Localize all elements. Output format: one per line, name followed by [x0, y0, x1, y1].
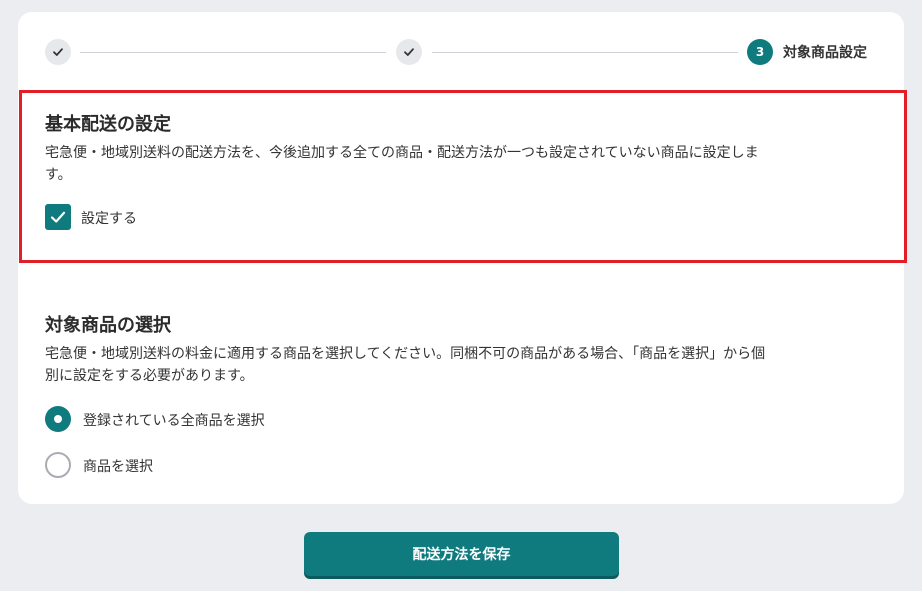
target-products-desc-line2: 別に設定をする必要があります。	[45, 368, 254, 384]
checkmark-icon	[50, 211, 66, 223]
basic-shipping-checkbox-label[interactable]: 設定する	[81, 208, 137, 228]
radio-all-products[interactable]	[45, 406, 71, 432]
step-connector-1	[80, 52, 386, 53]
step-3-current: 3	[747, 39, 773, 65]
step-2-complete	[396, 39, 422, 65]
step-1-complete	[45, 39, 71, 65]
basic-shipping-description: 宅急便・地域別送料の配送方法を、今後追加する全ての商品・配送方法が一つも設定され…	[45, 142, 885, 186]
checkmark-icon	[53, 48, 63, 56]
target-products-title: 対象商品の選択	[45, 315, 171, 336]
save-shipping-method-button[interactable]: 配送方法を保存	[304, 532, 619, 576]
radio-selected-dot	[54, 415, 62, 423]
basic-shipping-desc-line2: す。	[45, 167, 72, 183]
basic-shipping-desc-line1: 宅急便・地域別送料の配送方法を、今後追加する全ての商品・配送方法が一つも設定され…	[45, 145, 759, 161]
target-products-description: 宅急便・地域別送料の料金に適用する商品を選択してください。同梱不可の商品がある場…	[45, 343, 885, 387]
radio-select-products-label[interactable]: 商品を選択	[83, 456, 153, 476]
radio-all-products-label[interactable]: 登録されている全商品を選択	[83, 410, 265, 430]
progress-stepper: 3 対象商品設定	[18, 12, 904, 92]
step-3-label: 対象商品設定	[783, 45, 867, 61]
step-connector-2	[432, 52, 738, 53]
target-products-desc-line1: 宅急便・地域別送料の料金に適用する商品を選択してください。同梱不可の商品がある場…	[45, 346, 766, 362]
step-3-number: 3	[755, 45, 765, 59]
basic-shipping-title: 基本配送の設定	[45, 114, 171, 135]
radio-select-products[interactable]	[45, 452, 71, 478]
basic-shipping-checkbox[interactable]	[45, 204, 71, 230]
checkmark-icon	[404, 48, 414, 56]
shipping-settings-card: 3 対象商品設定 基本配送の設定 宅急便・地域別送料の配送方法を、今後追加する全…	[18, 12, 907, 504]
